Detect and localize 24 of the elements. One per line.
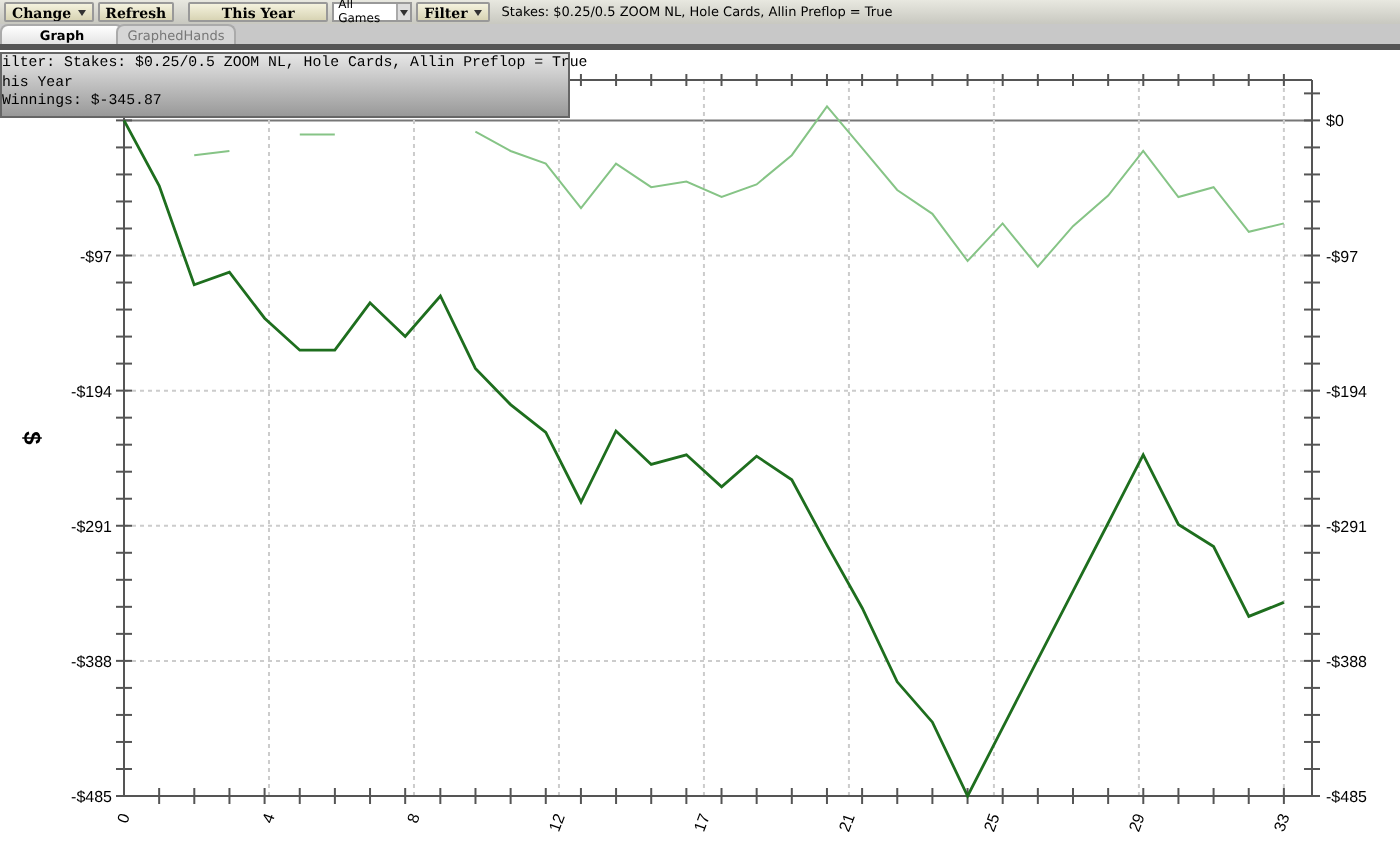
x-tick-label: 12 [545, 811, 569, 835]
caret-icon [473, 9, 482, 15]
x-tick-label: 25 [980, 811, 1004, 835]
y-tick-label: $0 [1326, 112, 1344, 131]
y-tick-label: -$291 [71, 517, 112, 536]
y-axis-label: $ [18, 431, 46, 445]
y-tick-label: -$97 [1326, 247, 1359, 266]
caret-icon [77, 9, 86, 15]
y-tick-label: -$194 [71, 382, 112, 401]
x-tick-label: 0 [113, 811, 134, 826]
x-tick-label: 4 [258, 811, 279, 826]
x-tick-label: 8 [403, 811, 424, 826]
y-tick-label: -$97 [79, 247, 112, 266]
x-tick-label: 29 [1125, 811, 1149, 835]
y-tick-label: -$388 [71, 652, 112, 671]
y-tick-label: -$388 [1326, 652, 1367, 671]
caret-icon [399, 9, 408, 15]
x-tick-label: 33 [1270, 811, 1294, 835]
y-tick-label: -$485 [71, 788, 112, 806]
x-tick-label: 21 [835, 811, 859, 835]
y-tick-label: -$194 [1326, 382, 1367, 401]
y-tick-label: -$485 [1326, 788, 1367, 806]
y-tick-label: -$291 [1326, 517, 1367, 536]
x-tick-label: 17 [690, 811, 714, 835]
